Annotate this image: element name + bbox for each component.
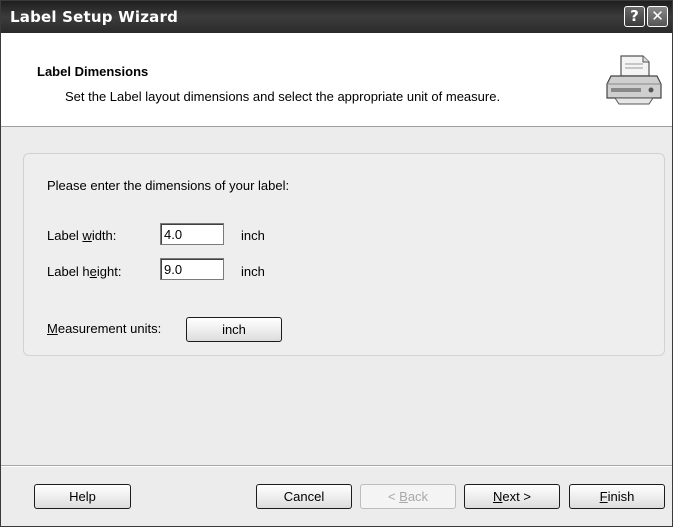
page-subtitle: Set the Label layout dimensions and sele… [65,89,501,104]
window-title: Label Setup Wizard [10,8,179,26]
next-button[interactable]: Next > [464,484,560,509]
title-bar[interactable]: Label Setup Wizard ? ✕ [1,1,672,33]
label-height-label: Label height: [47,264,122,279]
help-icon[interactable]: ? [624,6,645,27]
label-width-input[interactable] [160,223,224,245]
printer-icon [606,55,662,105]
close-icon[interactable]: ✕ [647,6,668,27]
help-button[interactable]: Help [34,484,131,509]
dimensions-prompt: Please enter the dimensions of your labe… [47,178,290,193]
back-button[interactable]: < Back [360,484,456,509]
footer-separator [1,465,672,467]
label-height-input[interactable] [160,258,224,280]
label-width-unit: inch [241,228,265,243]
page-title: Label Dimensions [37,64,149,79]
label-width-label: Label width: [47,228,117,243]
measurement-units-label: Measurement units: [47,321,162,336]
cancel-button[interactable]: Cancel [256,484,352,509]
wizard-window: Label Setup Wizard ? ✕ Label Dimensions … [0,0,673,527]
finish-button[interactable]: Finish [569,484,665,509]
measurement-units-button[interactable]: inch [186,317,282,342]
label-height-unit: inch [241,264,265,279]
wizard-header: Label Dimensions Set the Label layout di… [1,33,672,127]
